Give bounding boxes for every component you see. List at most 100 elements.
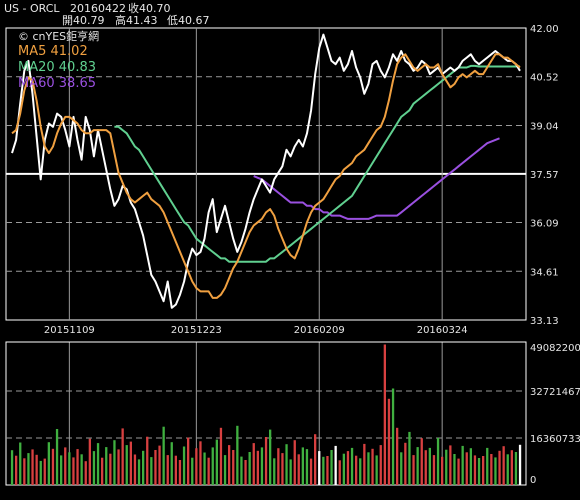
volume-y-tick-label: 0 xyxy=(530,475,536,486)
volume-bar xyxy=(445,449,448,485)
volume-bar xyxy=(158,445,161,485)
volume-bar xyxy=(232,450,235,485)
volume-bar xyxy=(64,447,67,485)
volume-bar xyxy=(80,454,83,485)
volume-bar xyxy=(408,431,411,485)
volume-bar xyxy=(477,458,481,485)
price-y-tick-label: 36.09 xyxy=(530,219,559,230)
volume-bar xyxy=(269,429,272,485)
volume-bar xyxy=(121,428,124,485)
volume-y-tick-label: 49082200 xyxy=(530,343,580,354)
volume-bar xyxy=(486,447,489,485)
volume-bar xyxy=(101,457,104,485)
volume-bar xyxy=(113,440,116,485)
volume-bar xyxy=(420,438,423,485)
volume-bar xyxy=(117,449,120,485)
volume-bar xyxy=(318,451,321,485)
volume-bar xyxy=(453,454,456,485)
series-line-ma20 xyxy=(114,64,520,263)
volume-bar xyxy=(428,447,431,485)
volume-bar xyxy=(133,454,137,485)
close-label: 收40.70 xyxy=(128,1,171,15)
price-y-tick-label: 37.57 xyxy=(530,170,559,181)
volume-bar xyxy=(248,452,251,485)
volume-bar xyxy=(211,447,214,485)
volume-bar xyxy=(346,451,350,485)
volume-bar xyxy=(15,455,18,485)
price-x-tick-label: 20151223 xyxy=(171,325,222,336)
volume-bar xyxy=(387,398,391,485)
volume-bar xyxy=(494,457,497,485)
volume-bar xyxy=(150,457,153,485)
volume-bar xyxy=(182,446,186,485)
volume-bar xyxy=(174,455,177,485)
volume-bar xyxy=(469,448,472,485)
volume-bar xyxy=(178,460,182,485)
volume-bar xyxy=(355,455,358,485)
volume-bars xyxy=(10,344,522,485)
volume-bar xyxy=(203,452,206,485)
price-grid xyxy=(6,28,526,485)
volume-bar xyxy=(146,436,149,485)
price-x-axis: 20151109 20151223 20160209 20160324 xyxy=(44,325,468,336)
volume-bar xyxy=(215,439,218,485)
volume-bar xyxy=(228,445,231,485)
volume-bar xyxy=(367,452,370,485)
volume-bar xyxy=(72,457,75,485)
price-y-tick-label: 39.04 xyxy=(530,121,559,132)
volume-bar xyxy=(441,456,444,485)
legend-ma20: MA20 40.83 xyxy=(18,60,96,75)
volume-bar xyxy=(396,427,399,485)
volume-bar xyxy=(465,452,468,485)
volume-bar xyxy=(498,450,501,485)
volume-bar xyxy=(342,453,345,485)
volume-bar xyxy=(371,448,374,485)
volume-bar xyxy=(162,426,165,485)
volume-bar xyxy=(170,442,173,485)
volume-bar xyxy=(109,453,112,485)
volume-bar xyxy=(154,450,157,485)
volume-bar xyxy=(55,429,59,485)
series-line-ma60 xyxy=(253,137,500,220)
price-y-axis: 42.00 40.52 39.04 37.57 36.09 34.61 33.13 xyxy=(530,24,559,327)
volume-bar xyxy=(31,449,34,485)
volume-bar xyxy=(129,441,132,485)
volume-bar xyxy=(88,438,91,485)
volume-bar xyxy=(277,448,280,485)
volume-bar xyxy=(125,445,128,485)
price-y-tick-label: 40.52 xyxy=(530,73,559,84)
volume-bar xyxy=(23,458,26,485)
volume-bar xyxy=(207,457,210,485)
volume-bar xyxy=(219,427,223,485)
symbol-label: US - ORCL xyxy=(4,2,60,15)
volume-bar xyxy=(92,451,96,485)
volume-bar xyxy=(105,447,108,485)
open-label: 開40.79 xyxy=(62,14,105,27)
volume-bar xyxy=(350,447,354,485)
volume-bar xyxy=(264,437,268,485)
volume-bar xyxy=(27,453,30,485)
volume-bar xyxy=(191,457,194,485)
volume-grid xyxy=(6,390,526,439)
legend-ma60: MA60 38.65 xyxy=(18,76,96,91)
volume-bar xyxy=(375,455,378,485)
volume-bar xyxy=(404,442,407,485)
volume-bar xyxy=(195,448,198,485)
volume-bar xyxy=(305,449,309,485)
volume-bar xyxy=(260,447,264,485)
volume-bar xyxy=(449,445,452,485)
volume-bar xyxy=(514,452,518,485)
volume-bar xyxy=(285,444,288,485)
volume-bar xyxy=(47,442,50,485)
price-y-tick-label: 34.61 xyxy=(530,267,559,278)
volume-bar xyxy=(473,455,477,485)
volume-bar xyxy=(281,453,284,485)
price-y-tick-label: 33.13 xyxy=(530,316,559,327)
volume-bar xyxy=(502,446,505,485)
volume-bar xyxy=(297,454,300,485)
volume-bar xyxy=(461,445,464,485)
volume-bar xyxy=(314,434,317,485)
volume-bar xyxy=(510,450,513,485)
watermark-text: © cnYES鉅亨網 xyxy=(18,29,99,43)
volume-bar xyxy=(187,437,190,485)
